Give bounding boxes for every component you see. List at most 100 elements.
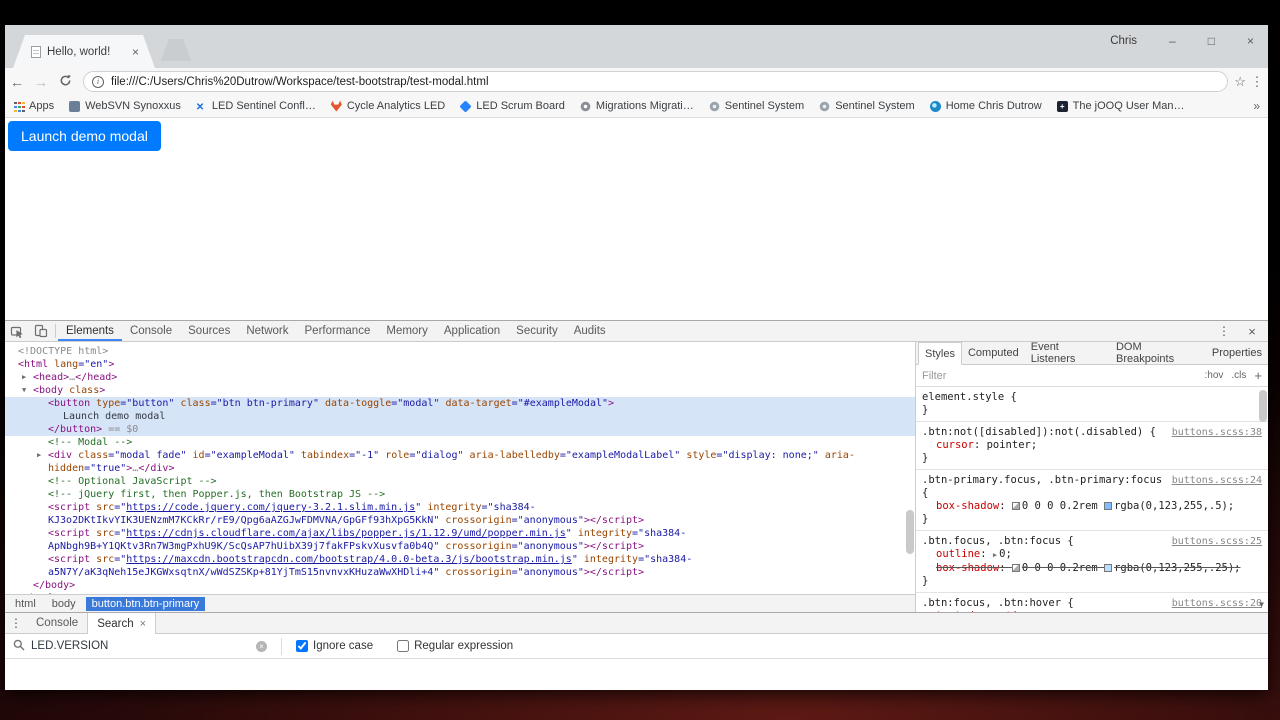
devtools-tab-security[interactable]: Security bbox=[508, 321, 566, 341]
breadcrumb-item[interactable]: html bbox=[9, 597, 42, 611]
forward-button[interactable]: → bbox=[29, 74, 53, 90]
devtools-tab-console[interactable]: Console bbox=[122, 321, 180, 341]
toggle-arrow-icon[interactable]: ▶ bbox=[37, 449, 41, 462]
bookmark-item[interactable]: Home Chris Dutrow bbox=[929, 100, 1042, 112]
search-option-checkbox[interactable] bbox=[397, 640, 410, 652]
styles-scrollbar[interactable] bbox=[1259, 390, 1267, 422]
drawer-tab-search[interactable]: Search × bbox=[87, 613, 157, 634]
styles-toggle[interactable]: :hov bbox=[1205, 370, 1224, 381]
devtools-menu-icon[interactable]: ⋮ bbox=[1212, 324, 1236, 338]
stylesheet-link[interactable]: buttons.scss:24 bbox=[1172, 474, 1262, 487]
search-option[interactable]: Ignore case bbox=[296, 640, 373, 652]
breadcrumb-item[interactable]: body bbox=[46, 597, 82, 611]
color-swatch[interactable] bbox=[1104, 502, 1113, 510]
bookmark-star-icon[interactable]: ☆ bbox=[1234, 74, 1246, 90]
browser-tab[interactable]: Hello, world! × bbox=[13, 35, 155, 68]
elements-tree-node[interactable]: <!-- Optional JavaScript --> bbox=[5, 475, 915, 488]
elements-tree-node[interactable]: </button> == $0 bbox=[5, 423, 915, 436]
stylesheet-link[interactable]: buttons.scss:25 bbox=[1172, 535, 1262, 548]
css-property[interactable]: outline: ▶ 0; bbox=[922, 548, 1262, 562]
styles-tab-dom-breakpoints[interactable]: DOM Breakpoints bbox=[1110, 341, 1206, 365]
devtools-close-icon[interactable]: × bbox=[1240, 324, 1264, 339]
elements-tree-node[interactable]: <!-- jQuery first, then Popper.js, then … bbox=[5, 488, 915, 501]
elements-scrollbar[interactable] bbox=[906, 510, 914, 554]
elements-tree-node[interactable]: <!DOCTYPE html> bbox=[5, 345, 915, 358]
elements-tree-node[interactable]: <script src="https://code.jquery.com/jqu… bbox=[5, 501, 915, 527]
styles-toggle[interactable]: .cls bbox=[1231, 370, 1246, 381]
shadow-editor-icon[interactable] bbox=[1011, 564, 1020, 572]
rule-selector[interactable]: element.style { bbox=[922, 391, 1262, 404]
elements-tree-node[interactable]: <script src="https://maxcdn.bootstrapcdn… bbox=[5, 553, 915, 579]
bookmark-item[interactable]: Migrations Migrati… bbox=[579, 100, 694, 112]
bookmark-item[interactable]: LED Scrum Board bbox=[459, 99, 565, 113]
bookmark-item[interactable]: Cycle Analytics LED bbox=[330, 100, 445, 112]
styles-tab-event-listeners[interactable]: Event Listeners bbox=[1025, 341, 1110, 365]
search-option-checkbox[interactable] bbox=[296, 640, 308, 652]
css-property[interactable]: cursor: pointer; bbox=[922, 439, 1262, 452]
rule-selector[interactable]: .btn:not([disabled]):not(.disabled) { bbox=[922, 426, 1164, 439]
elements-tree-node[interactable]: <script src="https://cdnjs.cloudflare.co… bbox=[5, 527, 915, 553]
elements-tree-node[interactable]: ▶ <head>…</head> bbox=[5, 371, 915, 384]
expand-value-icon[interactable]: ▶ bbox=[993, 551, 997, 559]
color-swatch[interactable] bbox=[1104, 564, 1113, 572]
styles-filter-input[interactable] bbox=[922, 369, 1197, 382]
devtools-tab-network[interactable]: Network bbox=[238, 321, 296, 341]
profile-name[interactable]: Chris bbox=[1110, 35, 1137, 47]
devtools-tab-elements[interactable]: Elements bbox=[58, 321, 122, 341]
css-property[interactable]: box-shadow: 0 0 0 0.2rem rgba(0,123,255,… bbox=[922, 500, 1262, 513]
styles-tab-styles[interactable]: Styles bbox=[918, 342, 962, 365]
toggle-arrow-icon[interactable]: ▼ bbox=[22, 384, 26, 397]
launch-demo-modal-button[interactable]: Launch demo modal bbox=[8, 121, 161, 151]
browser-menu-icon[interactable]: ⋮ bbox=[1246, 74, 1268, 90]
bookmark-item[interactable]: Apps bbox=[13, 100, 54, 112]
clear-search-icon[interactable]: × bbox=[256, 640, 267, 652]
search-option[interactable]: Regular expression bbox=[397, 640, 513, 652]
bookmarks-overflow-chevron[interactable]: » bbox=[1253, 99, 1260, 113]
rule-selector[interactable]: .btn-primary.focus, .btn-primary:focus { bbox=[922, 474, 1164, 500]
new-tab-button[interactable] bbox=[161, 39, 191, 61]
tab-close-icon[interactable]: × bbox=[132, 45, 139, 59]
bookmark-item[interactable]: The jOOQ User Man… bbox=[1056, 100, 1185, 112]
styles-tab-computed[interactable]: Computed bbox=[962, 342, 1025, 364]
bookmark-item[interactable]: Sentinel System bbox=[819, 100, 915, 112]
back-button[interactable]: ← bbox=[5, 74, 29, 90]
reload-button[interactable] bbox=[53, 74, 77, 90]
devtools-tab-memory[interactable]: Memory bbox=[378, 321, 436, 341]
rule-selector[interactable]: .btn:focus, .btn:hover { bbox=[922, 597, 1164, 610]
elements-tree-node[interactable]: <html lang="en"> bbox=[5, 358, 915, 371]
elements-tree-node[interactable]: </body> bbox=[5, 579, 915, 592]
drawer-tab-close-icon[interactable]: × bbox=[140, 618, 146, 630]
minimize-button[interactable]: – bbox=[1169, 34, 1176, 48]
elements-tree-node[interactable]: <button type="button" class="btn btn-pri… bbox=[5, 397, 915, 410]
elements-tree-node[interactable]: <!-- Modal --> bbox=[5, 436, 915, 449]
elements-tree-node[interactable]: ▼ <body class> bbox=[5, 384, 915, 397]
devtools-tab-audits[interactable]: Audits bbox=[566, 321, 614, 341]
maximize-button[interactable]: □ bbox=[1208, 34, 1215, 48]
stylesheet-link[interactable]: buttons.scss:20 bbox=[1172, 597, 1262, 610]
bookmark-item[interactable]: WebSVN Synoxxus bbox=[69, 100, 181, 112]
elements-tree-node[interactable]: ▶ <div class="modal fade" id="exampleModa… bbox=[5, 449, 915, 475]
close-button[interactable]: × bbox=[1247, 34, 1254, 48]
devtools-tab-performance[interactable]: Performance bbox=[297, 321, 379, 341]
omnibox[interactable]: i bbox=[83, 71, 1229, 92]
bookmark-item[interactable]: LED Sentinel Confl… bbox=[196, 100, 316, 112]
device-toolbar-icon[interactable] bbox=[29, 321, 53, 341]
search-input[interactable] bbox=[31, 640, 256, 652]
shadow-editor-icon[interactable] bbox=[1011, 502, 1020, 510]
drawer-menu-icon[interactable]: ⋮ bbox=[5, 613, 27, 633]
styles-toggle[interactable]: + bbox=[1254, 368, 1262, 383]
drawer-tab-console[interactable]: Console bbox=[27, 613, 87, 633]
toggle-arrow-icon[interactable]: ▶ bbox=[22, 371, 26, 384]
url-input[interactable] bbox=[111, 75, 1220, 88]
devtools-tab-sources[interactable]: Sources bbox=[180, 321, 238, 341]
inspect-element-icon[interactable] bbox=[5, 321, 29, 341]
styles-tab-properties[interactable]: Properties bbox=[1206, 342, 1268, 364]
devtools-tab-application[interactable]: Application bbox=[436, 321, 508, 341]
bookmark-item[interactable]: Sentinel System bbox=[708, 100, 804, 112]
rule-selector[interactable]: .btn.focus, .btn:focus { bbox=[922, 535, 1164, 548]
page-info-icon[interactable]: i bbox=[92, 75, 104, 88]
css-property[interactable]: box-shadow: 0 0 0 0.2rem rgba(0,123,255,… bbox=[922, 562, 1262, 575]
elements-tree-node[interactable]: Launch demo modal bbox=[5, 410, 915, 423]
stylesheet-link[interactable]: buttons.scss:38 bbox=[1172, 426, 1262, 439]
breadcrumb-item[interactable]: button.btn.btn-primary bbox=[85, 596, 206, 611]
